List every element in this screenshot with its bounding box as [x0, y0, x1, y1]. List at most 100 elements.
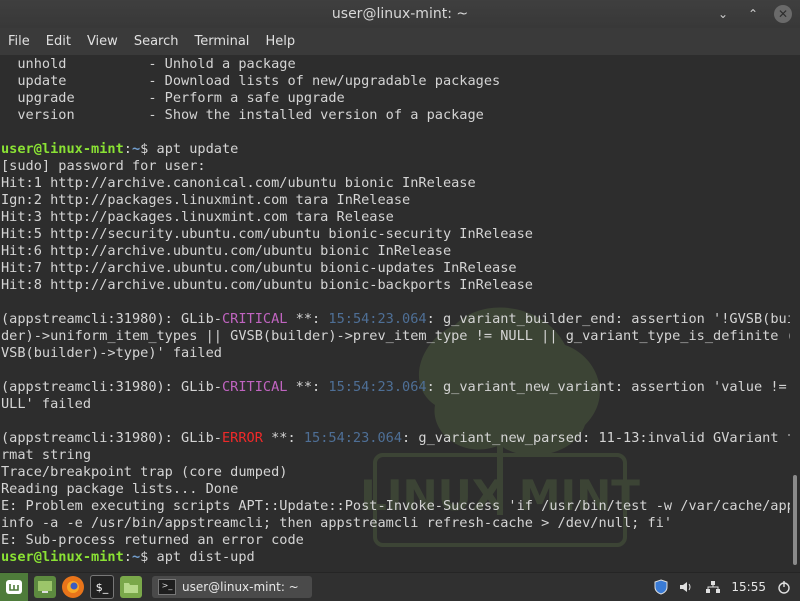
- terminal-text-segment: unhold - Unhold a package: [1, 56, 296, 72]
- terminal-line: E: Problem executing scripts APT::Update…: [1, 498, 790, 515]
- terminal-line: update - Download lists of new/upgradabl…: [1, 73, 790, 90]
- shield-glyph-icon: [654, 579, 668, 595]
- terminal-scrollbar[interactable]: [790, 55, 800, 572]
- terminal-line: unhold - Unhold a package: [1, 56, 790, 73]
- files-icon[interactable]: [120, 576, 142, 598]
- terminal-text-segment: : g_variant_new_parsed: 11-13:invalid GV…: [402, 430, 790, 446]
- terminal-text-segment: :: [123, 549, 132, 565]
- terminal-line: user@linux-mint:~$ apt update: [1, 141, 790, 158]
- terminal-text-segment: info -a -e /usr/bin/appstreamcli; then a…: [1, 515, 673, 531]
- terminal-line: (appstreamcli:31980): GLib-CRITICAL **: …: [1, 311, 790, 328]
- menu-terminal[interactable]: Terminal: [186, 34, 257, 49]
- terminal-text-segment: VSB(builder)->type)' failed: [1, 345, 222, 361]
- terminal-line: der)->uniform_item_types || GVSB(builder…: [1, 328, 790, 345]
- firefox-icon[interactable]: [62, 576, 84, 598]
- terminal-text-segment: (appstreamcli:31980): GLib-: [1, 311, 222, 327]
- terminal-text-segment: CRITICAL: [221, 379, 288, 395]
- scrollbar-thumb[interactable]: [793, 475, 797, 565]
- terminal-text-segment: user@linux-mint: [1, 549, 124, 565]
- show-desktop-icon[interactable]: [34, 576, 56, 598]
- terminal-text-segment: : g_variant_new_variant: assertion 'valu…: [426, 379, 790, 395]
- taskbar: $_ >_ user@linux-mint: ~ 15:55: [0, 572, 800, 601]
- terminal-text-segment: Hit:7 http://archive.ubuntu.com/ubuntu b…: [1, 260, 517, 276]
- clock[interactable]: 15:55: [731, 580, 766, 594]
- terminal-line: upgrade - Perform a safe upgrade: [1, 90, 790, 107]
- terminal-line: Hit:6 http://archive.ubuntu.com/ubuntu b…: [1, 243, 790, 260]
- terminal-line: Hit:3 http://packages.linuxmint.com tara…: [1, 209, 790, 226]
- taskbar-window-terminal[interactable]: >_ user@linux-mint: ~: [152, 576, 312, 598]
- folder-glyph-icon: [124, 583, 138, 593]
- terminal-text-segment: (appstreamcli:31980): GLib-: [1, 430, 222, 446]
- firefox-glyph-icon: [67, 581, 79, 593]
- terminal-text-segment: Trace/breakpoint trap (core dumped): [1, 464, 288, 480]
- menu-help[interactable]: Help: [257, 34, 303, 49]
- terminal-text-segment: der)->uniform_item_types || GVSB(builder…: [1, 328, 790, 344]
- terminal-line: Trace/breakpoint trap (core dumped): [1, 464, 790, 481]
- volume-icon[interactable]: [679, 579, 695, 595]
- menu-file[interactable]: File: [0, 34, 38, 49]
- speaker-glyph-icon: [680, 582, 691, 592]
- terminal-text-segment: ERROR: [221, 430, 263, 446]
- terminal-line: user@linux-mint:~$ apt dist-upd: [1, 549, 790, 566]
- maximize-button[interactable]: ⌃: [744, 5, 762, 23]
- shield-icon[interactable]: [653, 579, 669, 595]
- desktop-glyph-icon: [38, 581, 52, 593]
- terminal-text-segment: $ apt update: [140, 141, 239, 157]
- terminal-text-segment: CRITICAL: [221, 311, 288, 327]
- terminal-text-segment: **:: [287, 311, 329, 327]
- terminal-text-segment: 15:54:23.064: [303, 430, 403, 446]
- terminal-line: version - Show the installed version of …: [1, 107, 790, 124]
- menu-view[interactable]: View: [79, 34, 126, 49]
- terminal-text-segment: [sudo] password for user:: [1, 158, 206, 174]
- window-controls: ⌄ ⌃ ✕: [714, 5, 792, 23]
- start-menu-button[interactable]: [0, 573, 28, 601]
- terminal-launcher-icon[interactable]: $_: [90, 575, 114, 599]
- menu-search[interactable]: Search: [126, 34, 187, 49]
- terminal-output[interactable]: LINUX MINT unhold - Unhold a package upd…: [0, 55, 790, 572]
- terminal-window-icon: >_: [158, 579, 176, 595]
- terminal-line: Hit:7 http://archive.ubuntu.com/ubuntu b…: [1, 260, 790, 277]
- terminal-text-segment: : g_variant_builder_end: assertion '!GVS…: [426, 311, 790, 327]
- taskbar-window-label: user@linux-mint: ~: [182, 580, 299, 594]
- system-tray: 15:55: [653, 573, 792, 601]
- minimize-button[interactable]: ⌄: [714, 5, 732, 23]
- power-glyph-icon: [778, 581, 790, 594]
- terminal-text-segment: **:: [262, 430, 304, 446]
- terminal-text-segment: ULL' failed: [1, 396, 92, 412]
- terminal-lines: unhold - Unhold a package update - Downl…: [1, 56, 790, 566]
- terminal-line: (appstreamcli:31980): GLib-ERROR **: 15:…: [1, 430, 790, 447]
- terminal-text-segment: **:: [287, 379, 329, 395]
- terminal-text-segment: (appstreamcli:31980): GLib-: [1, 379, 222, 395]
- terminal-text-segment: Ign:2 http://packages.linuxmint.com tara…: [1, 192, 411, 208]
- terminal-text-segment: 15:54:23.064: [328, 311, 427, 327]
- terminal-line: Ign:2 http://packages.linuxmint.com tara…: [1, 192, 790, 209]
- terminal-text-segment: Hit:5 http://security.ubuntu.com/ubuntu …: [1, 226, 533, 242]
- terminal-line: [sudo] password for user:: [1, 158, 790, 175]
- menu-edit[interactable]: Edit: [38, 34, 79, 49]
- terminal-line: Reading package lists... Done: [1, 481, 790, 498]
- terminal-text-segment: update - Download lists of new/upgradabl…: [1, 73, 501, 89]
- terminal-text-segment: ~: [131, 549, 141, 565]
- terminal-text-segment: 15:54:23.064: [328, 379, 427, 395]
- terminal-line: ULL' failed: [1, 396, 790, 413]
- title-bar[interactable]: user@linux-mint: ~ ⌄ ⌃ ✕: [0, 0, 800, 28]
- close-button[interactable]: ✕: [774, 5, 792, 23]
- terminal-text-segment: Hit:1 http://archive.canonical.com/ubunt…: [1, 175, 476, 191]
- terminal-text-segment: Hit:6 http://archive.ubuntu.com/ubuntu b…: [1, 243, 452, 259]
- terminal-text-segment: user@linux-mint: [1, 141, 124, 157]
- network-glyph-icon: [706, 581, 721, 593]
- window-title: user@linux-mint: ~: [331, 6, 469, 22]
- terminal-text-segment: :: [123, 141, 132, 157]
- user-menu-icon[interactable]: [776, 579, 792, 595]
- terminal-text-segment: $ apt dist-upd: [140, 549, 255, 565]
- terminal-text-segment: version - Show the installed version of …: [1, 107, 484, 123]
- terminal-window: user@linux-mint: ~ ⌄ ⌃ ✕ File Edit View …: [0, 0, 800, 572]
- terminal-text-segment: Hit:3 http://packages.linuxmint.com tara…: [1, 209, 394, 225]
- terminal-line: info -a -e /usr/bin/appstreamcli; then a…: [1, 515, 790, 532]
- terminal-line: Hit:1 http://archive.canonical.com/ubunt…: [1, 175, 790, 192]
- terminal-text-segment: rmat string: [1, 447, 92, 463]
- network-icon[interactable]: [705, 579, 721, 595]
- mint-logo-icon: [6, 580, 22, 594]
